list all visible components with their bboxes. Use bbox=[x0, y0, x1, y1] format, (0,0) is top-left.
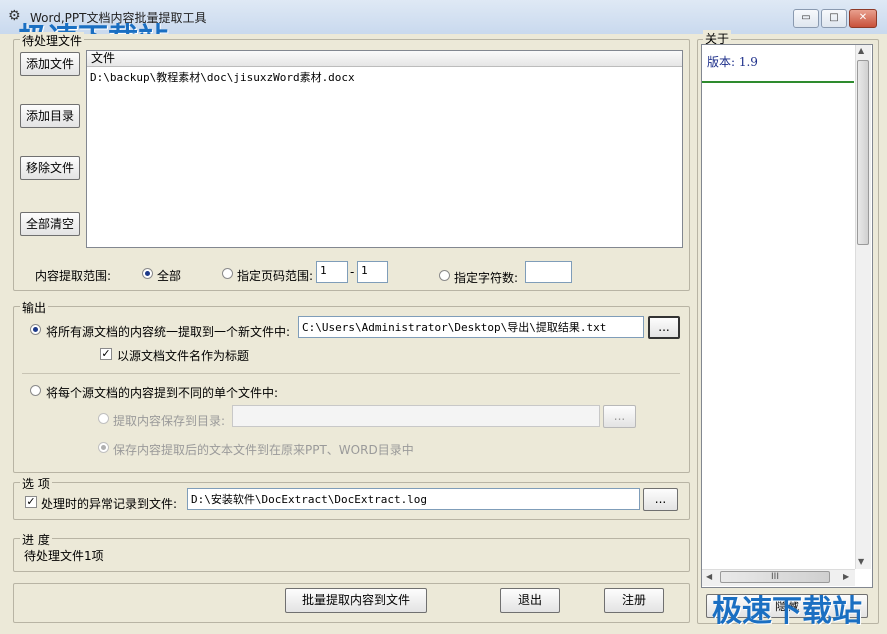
range-pages-label: 指定页码范围: bbox=[237, 269, 314, 283]
save-orig-label: 保存内容提取后的文本文件到在原来PPT、WORD目录中 bbox=[113, 443, 414, 457]
scroll-down-arrow-icon[interactable]: ▼ bbox=[858, 557, 864, 566]
version-text: 版本: 1.9 bbox=[707, 55, 758, 69]
clear-all-button[interactable]: 全部清空 bbox=[20, 212, 80, 236]
log-browse-button[interactable]: ... bbox=[643, 488, 678, 511]
scroll-up-arrow-icon[interactable]: ▲ bbox=[858, 46, 864, 55]
range-chars-radio[interactable] bbox=[439, 270, 450, 281]
progress-legend: 进 度 bbox=[20, 531, 52, 548]
separate-radio[interactable] bbox=[30, 385, 41, 396]
range-label: 内容提取范围: bbox=[35, 269, 112, 283]
remove-file-button[interactable]: 移除文件 bbox=[20, 156, 80, 180]
progress-status: 待处理文件1项 bbox=[24, 549, 104, 563]
title-check-label: 以源文档文件名作为标题 bbox=[117, 349, 250, 363]
scroll-right-arrow-icon[interactable]: ▶ bbox=[843, 572, 849, 581]
range-chars-label: 指定字符数: bbox=[454, 271, 519, 285]
page-from-input[interactable]: 1 bbox=[316, 261, 348, 283]
minimize-button[interactable]: ▭ bbox=[793, 9, 819, 28]
page-dash: - bbox=[350, 265, 355, 279]
save-orig-radio[interactable] bbox=[98, 442, 109, 453]
char-count-input[interactable] bbox=[525, 261, 572, 283]
add-file-button[interactable]: 添加文件 bbox=[20, 52, 80, 76]
close-button[interactable]: ✕ bbox=[849, 9, 877, 28]
about-hscroll-thumb[interactable]: III bbox=[720, 571, 830, 583]
page-to-input[interactable]: 1 bbox=[357, 261, 388, 283]
save-dir-radio[interactable] bbox=[98, 413, 109, 424]
file-column-header[interactable]: 文件 bbox=[87, 51, 682, 67]
progress-group bbox=[13, 538, 690, 572]
merge-browse-button[interactable]: ... bbox=[648, 316, 680, 339]
range-all-label: 全部 bbox=[157, 269, 182, 283]
save-dir-browse-button[interactable]: ... bbox=[603, 405, 636, 428]
save-dir-input[interactable] bbox=[232, 405, 600, 427]
scroll-left-arrow-icon[interactable]: ◀ bbox=[706, 572, 712, 581]
about-vscroll-thumb[interactable] bbox=[857, 60, 869, 245]
log-checkbox[interactable]: ✓ bbox=[25, 496, 37, 508]
merge-label: 将所有源文档的内容统一提取到一个新文件中: bbox=[46, 325, 291, 339]
output-separator bbox=[22, 373, 680, 374]
range-pages-radio[interactable] bbox=[222, 268, 233, 279]
merge-path-input[interactable]: C:\Users\Administrator\Desktop\导出\提取结果.t… bbox=[298, 316, 644, 338]
file-list[interactable]: 文件 D:\backup\教程素材\doc\jisuxzWord素材.docx bbox=[86, 50, 683, 248]
about-text-area[interactable] bbox=[701, 44, 873, 588]
merge-radio[interactable] bbox=[30, 324, 41, 335]
exit-button[interactable]: 退出 bbox=[500, 588, 560, 613]
log-path-input[interactable]: D:\安装软件\DocExtract\DocExtract.log bbox=[187, 488, 640, 510]
watermark-bottom: 极速下载站 bbox=[712, 594, 862, 629]
options-legend: 选 项 bbox=[20, 475, 52, 492]
version-rule bbox=[702, 81, 854, 83]
files-legend: 待处理文件 bbox=[20, 32, 85, 49]
save-dir-label: 提取内容保存到目录: bbox=[113, 414, 226, 428]
log-check-label: 处理时的异常记录到文件: bbox=[41, 497, 178, 511]
output-legend: 输出 bbox=[20, 299, 49, 316]
range-all-radio[interactable] bbox=[142, 268, 153, 279]
title-checkbox[interactable]: ✓ bbox=[100, 348, 112, 360]
batch-extract-button[interactable]: 批量提取内容到文件 bbox=[285, 588, 427, 613]
register-button[interactable]: 注册 bbox=[604, 588, 664, 613]
maximize-button[interactable]: □ bbox=[821, 9, 847, 28]
separate-label: 将每个源文档的内容提到不同的单个文件中: bbox=[46, 386, 279, 400]
add-dir-button[interactable]: 添加目录 bbox=[20, 104, 80, 128]
list-item[interactable]: D:\backup\教程素材\doc\jisuxzWord素材.docx bbox=[87, 67, 682, 87]
